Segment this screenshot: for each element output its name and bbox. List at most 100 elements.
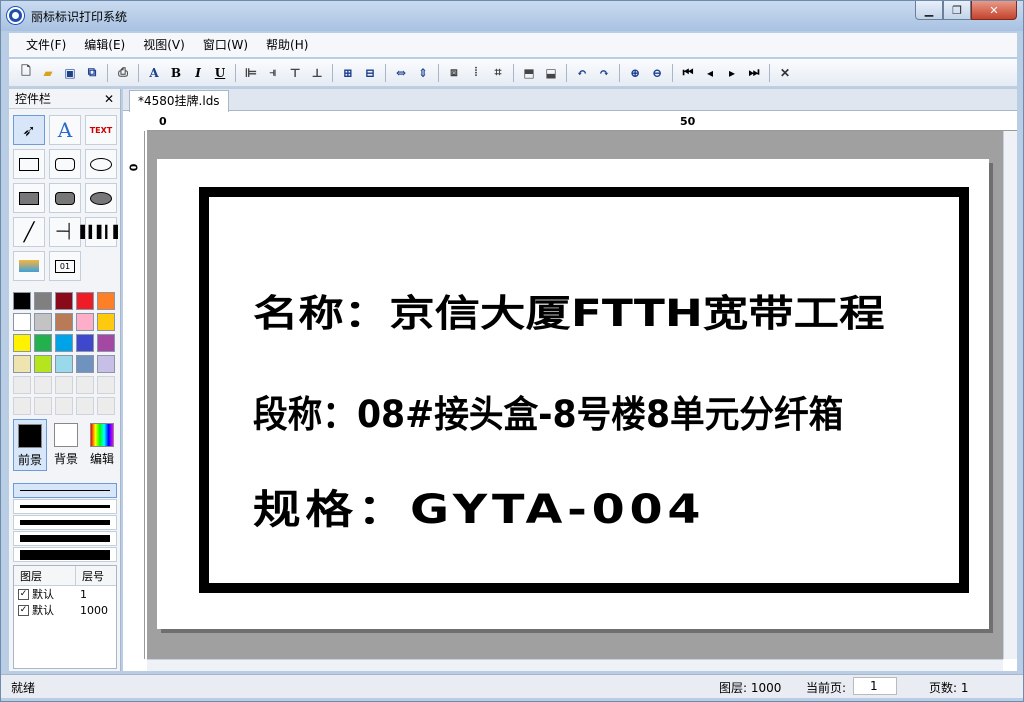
empty-color-swatch[interactable] [34,397,52,415]
color-swatch[interactable] [55,292,73,310]
text-tool[interactable]: A [49,115,81,145]
vertical-scrollbar[interactable] [1003,131,1017,659]
underline-icon[interactable]: U [210,63,230,83]
print-icon[interactable]: ⎙ [113,63,133,83]
color-swatch[interactable] [55,334,73,352]
save-all-icon[interactable]: ⧉ [82,63,102,83]
panel-close-icon[interactable]: ✕ [104,92,114,106]
bring-front-icon[interactable]: ⬒ [519,63,539,83]
save-icon[interactable]: ▣ [60,63,80,83]
empty-color-swatch[interactable] [97,376,115,394]
empty-color-swatch[interactable] [97,397,115,415]
line-width-4[interactable] [13,531,117,546]
design-canvas[interactable]: 名称：京信大厦FTTH宽带工程 段称：08#接头盒-8号楼8单元分纤箱 规格：G… [147,131,1003,659]
redo-icon[interactable]: ↷ [594,63,614,83]
label-text-name[interactable]: 名称：京信大厦FTTH宽带工程 [253,283,884,337]
table-row[interactable]: ✓ 默认 1 [14,586,116,602]
color-swatch[interactable] [34,292,52,310]
next-page-icon[interactable]: ▸ [722,63,742,83]
document-tab[interactable]: *4580挂牌.lds [129,90,229,112]
undo-icon[interactable]: ↶ [572,63,592,83]
line-width-1[interactable] [13,483,117,498]
menu-edit[interactable]: 编辑(E) [75,34,134,56]
grid-icon[interactable]: ⌗ [488,63,508,83]
checkbox-icon[interactable]: ✓ [18,604,29,616]
color-swatch[interactable] [76,355,94,373]
horizontal-scrollbar[interactable] [147,659,1003,671]
color-swatch[interactable] [13,334,31,352]
empty-color-swatch[interactable] [13,376,31,394]
table-row[interactable]: ✓ 默认 1000 [14,602,116,618]
color-swatch[interactable] [76,313,94,331]
empty-color-swatch[interactable] [34,376,52,394]
color-swatch[interactable] [34,334,52,352]
close-window-button[interactable]: ✕ [971,1,1017,20]
menu-file[interactable]: 文件(F) [17,34,75,56]
edit-colors[interactable]: 编辑 [85,419,119,471]
ellipse-tool[interactable] [85,149,117,179]
close-icon[interactable]: ✕ [775,63,795,83]
rectangle-tool[interactable] [13,149,45,179]
align-right-icon[interactable]: ⫣ [263,63,283,83]
empty-color-swatch[interactable] [55,397,73,415]
open-icon[interactable]: ▰ [38,63,58,83]
color-swatch[interactable] [34,355,52,373]
new-icon[interactable]: 🗋 [16,63,36,83]
align-bottom-icon[interactable]: ⊥ [307,63,327,83]
empty-color-swatch[interactable] [55,376,73,394]
serial-tool[interactable]: 01 [49,251,81,281]
zoom-in-icon[interactable]: ⊕ [625,63,645,83]
color-swatch[interactable] [34,313,52,331]
menu-view[interactable]: 视图(V) [134,34,194,56]
color-swatch[interactable] [76,292,94,310]
barcode-tool[interactable]: ▌▍▌▎▌ [80,217,123,247]
line-tool[interactable]: ╱ [13,217,45,247]
color-swatch[interactable] [97,334,115,352]
background-color[interactable]: 背景 [49,419,83,471]
align-left-icon[interactable]: ⊫ [241,63,261,83]
current-page-field[interactable]: 1 [853,677,897,695]
color-swatch[interactable] [55,355,73,373]
empty-color-swatch[interactable] [76,397,94,415]
empty-color-swatch[interactable] [76,376,94,394]
line-cap-tool[interactable]: ─┤ [49,217,81,247]
color-swatch[interactable] [55,313,73,331]
empty-color-swatch[interactable] [13,397,31,415]
align-top-icon[interactable]: ⊤ [285,63,305,83]
color-swatch[interactable] [97,292,115,310]
minimize-button[interactable]: ▁ [915,1,943,20]
first-page-icon[interactable]: ⏮ [678,63,698,83]
filled-rect-tool[interactable] [13,183,45,213]
v-spacing-icon[interactable]: ⇕ [413,63,433,83]
label-paper[interactable]: 名称：京信大厦FTTH宽带工程 段称：08#接头盒-8号楼8单元分纤箱 规格：G… [157,159,989,629]
font-color-icon[interactable]: A [144,63,164,83]
filled-ellipse-tool[interactable] [85,183,117,213]
rounded-rect-tool[interactable] [49,149,81,179]
prev-page-icon[interactable]: ◂ [700,63,720,83]
last-page-icon[interactable]: ⏭ [744,63,764,83]
label-text-spec[interactable]: 规格：GYTA-004 [253,477,705,535]
same-width-icon[interactable]: ⊞ [338,63,358,83]
paragraph-tool[interactable]: TEXT [85,115,117,145]
label-text-segment[interactable]: 段称：08#接头盒-8号楼8单元分纤箱 [253,384,843,438]
line-width-3[interactable] [13,515,117,530]
filled-rounded-rect-tool[interactable] [49,183,81,213]
line-width-5[interactable] [13,547,117,562]
pointer-tool[interactable]: ➶ [13,115,45,145]
h-spacing-icon[interactable]: ⇔ [391,63,411,83]
color-swatch[interactable] [13,292,31,310]
image-tool[interactable] [13,251,45,281]
menu-help[interactable]: 帮助(H) [257,34,317,56]
menu-window[interactable]: 窗口(W) [194,34,257,56]
send-back-icon[interactable]: ⬓ [541,63,561,83]
bold-icon[interactable]: B [166,63,186,83]
zoom-out-icon[interactable]: ⊖ [647,63,667,83]
same-height-icon[interactable]: ⊟ [360,63,380,83]
foreground-color[interactable]: 前景 [13,419,47,471]
color-swatch[interactable] [13,313,31,331]
color-swatch[interactable] [13,355,31,373]
color-swatch[interactable] [97,313,115,331]
color-swatch[interactable] [76,334,94,352]
italic-icon[interactable]: I [188,63,208,83]
ungroup-icon[interactable]: ⦙ [466,63,486,83]
